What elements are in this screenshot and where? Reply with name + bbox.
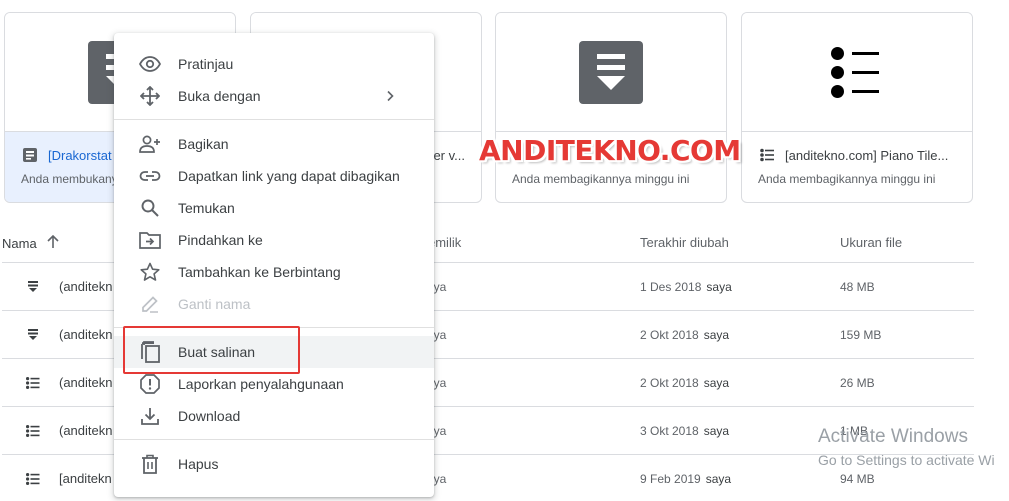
file-name: (anditekn	[59, 279, 113, 294]
menu-divider	[114, 119, 434, 120]
move-to-folder-icon	[138, 228, 162, 252]
column-header-modified[interactable]: Terakhir diubah	[640, 235, 729, 250]
eye-icon	[138, 52, 162, 76]
activate-windows-watermark: Activate Windows Go to Settings to activ…	[818, 426, 995, 468]
menu-divider	[114, 327, 434, 328]
column-header-label: Nama	[2, 236, 37, 251]
sort-arrow-up-icon[interactable]	[46, 234, 60, 252]
activate-title: Activate Windows	[818, 426, 968, 447]
menu-item-add-star[interactable]: Tambahkan ke Berbintang	[114, 256, 434, 288]
file-name: (anditekn	[59, 375, 113, 390]
file-name: [anditekn	[59, 471, 112, 486]
report-icon	[138, 372, 162, 396]
download-icon	[138, 404, 162, 428]
suggested-card-4[interactable]: [anditekno.com] Piano Tile... Anda memba…	[741, 12, 973, 203]
menu-item-report-abuse[interactable]: Laporkan penyalahgunaan	[114, 368, 434, 400]
card-file-name: [anditekno.com] Piano Tile...	[785, 147, 949, 163]
card-thumbnail	[496, 13, 726, 132]
list-icon	[24, 374, 42, 392]
star-icon	[138, 260, 162, 284]
menu-item-get-link[interactable]: Dapatkan link yang dapat dibagikan	[114, 160, 434, 192]
doc-icon	[24, 326, 42, 344]
trash-icon	[138, 452, 162, 476]
list-icon	[758, 146, 776, 164]
menu-item-make-copy[interactable]: Buat salinan	[114, 336, 434, 368]
list-icon	[24, 422, 42, 440]
menu-item-move-to[interactable]: Pindahkan ke	[114, 224, 434, 256]
list-icon	[831, 47, 883, 99]
move-arrows-icon	[138, 84, 162, 108]
menu-divider	[114, 439, 434, 440]
card-file-name: er v...	[433, 147, 465, 163]
card-activity: Anda membagikannya minggu ini	[512, 172, 690, 186]
file-modified: 3 Okt 2018 saya	[640, 424, 730, 438]
card-file-name: [Drakorstat	[48, 147, 112, 163]
column-header-name[interactable]: Nama	[2, 234, 60, 252]
menu-item-preview[interactable]: Pratinjau	[114, 48, 434, 80]
context-menu: Pratinjau Buka dengan Bagikan Dapatkan l…	[114, 33, 434, 497]
file-size: 94 MB	[840, 472, 875, 486]
file-size: 26 MB	[840, 376, 875, 390]
file-size: 48 MB	[840, 280, 875, 294]
activate-subtitle: Go to Settings to activate Wi	[818, 452, 995, 468]
menu-item-open-with[interactable]: Buka dengan	[114, 80, 434, 112]
list-icon	[24, 470, 42, 488]
file-modified: 9 Feb 2019 saya	[640, 472, 732, 486]
site-watermark: ANDITEKNO.COM	[479, 134, 741, 167]
menu-item-download[interactable]: Download	[114, 400, 434, 432]
card-activity: Anda membagikannya minggu ini	[758, 172, 936, 186]
file-modified: 2 Okt 2018 saya	[640, 328, 730, 342]
column-header-size[interactable]: Ukuran file	[840, 235, 902, 250]
file-name: (anditekn	[59, 423, 113, 438]
doc-icon	[579, 41, 643, 104]
copy-icon	[138, 340, 162, 364]
card-thumbnail	[742, 13, 972, 132]
doc-icon	[24, 278, 42, 296]
menu-item-rename: Ganti nama	[114, 288, 434, 320]
suggested-card-3[interactable]: Anda membagikannya minggu ini	[495, 12, 727, 203]
file-name: (anditekn	[59, 327, 113, 342]
menu-item-share[interactable]: Bagikan	[114, 128, 434, 160]
file-modified: 2 Okt 2018 saya	[640, 376, 730, 390]
chevron-right-icon	[382, 88, 398, 109]
search-icon	[138, 196, 162, 220]
menu-item-locate[interactable]: Temukan	[114, 192, 434, 224]
file-modified: 1 Des 2018 saya	[640, 280, 732, 294]
doc-icon	[21, 146, 39, 164]
menu-item-remove[interactable]: Hapus	[114, 448, 434, 480]
add-person-icon	[138, 132, 162, 156]
file-size: 159 MB	[840, 328, 882, 342]
link-icon	[138, 164, 162, 188]
pencil-icon	[138, 292, 162, 316]
